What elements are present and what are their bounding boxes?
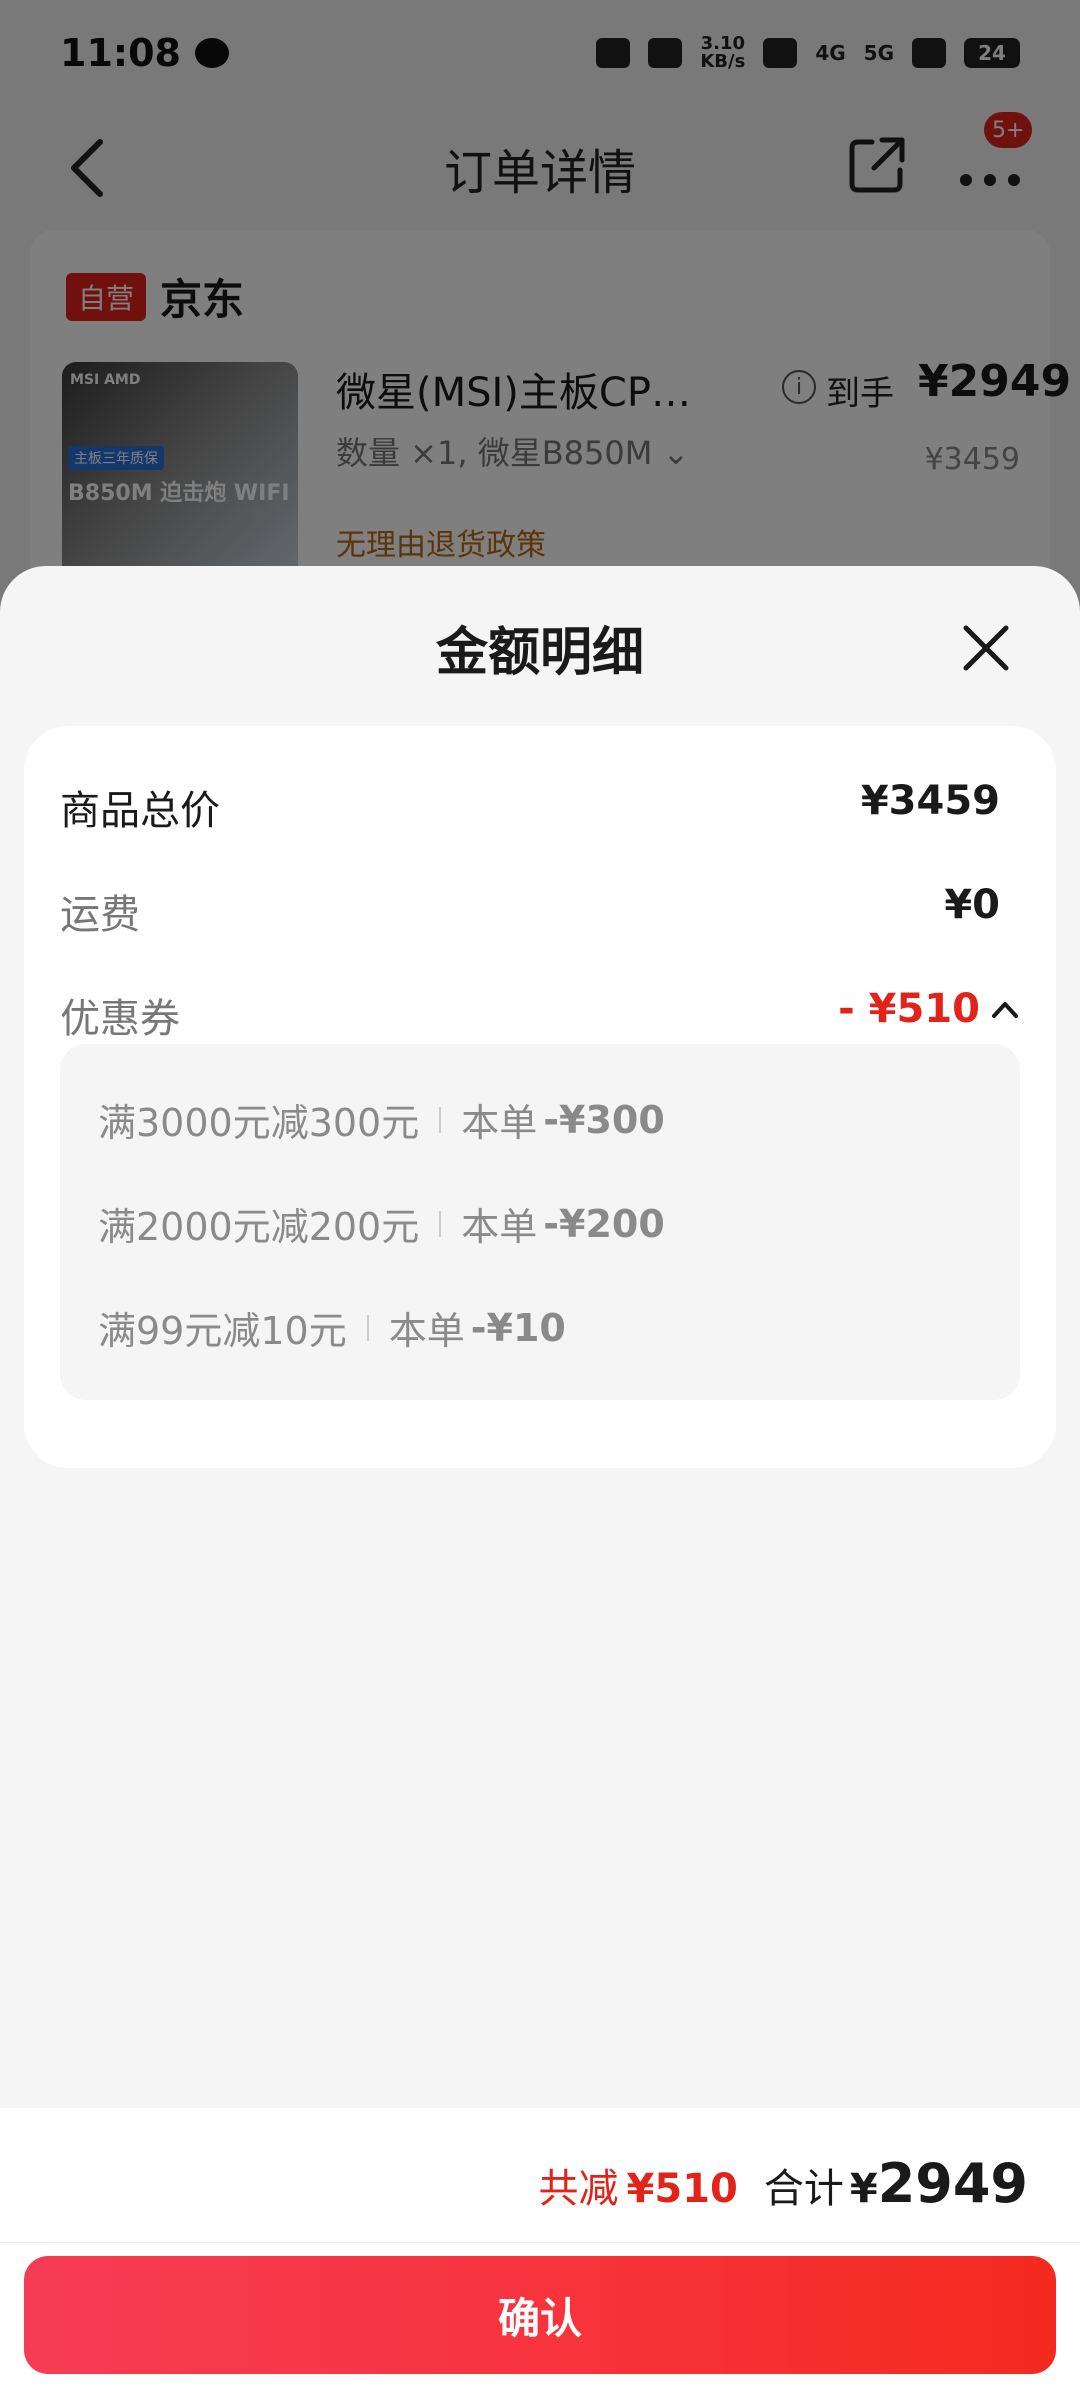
coupon-list: 满3000元减300元 本单 -¥300 满2000元减200元 本单 -¥20… (60, 1044, 1020, 1400)
price-summary: 共减 ¥510 合计 ¥ 2949 (539, 2152, 1028, 2215)
divider (366, 1314, 369, 1341)
divider (439, 1106, 442, 1133)
row-goods-total: 商品总价 ¥3459 (60, 778, 1020, 848)
confirm-button[interactable]: 确认 (24, 2256, 1056, 2374)
goods-total-label: 商品总价 (60, 788, 220, 834)
coupon-value: - ¥510 (838, 986, 980, 1032)
shipping-label: 运费 (60, 892, 140, 938)
total-label: 合计 (763, 2166, 844, 2212)
coupon-item: 满99元减10元 本单 -¥10 (98, 1300, 566, 1355)
coupon-amount: -¥300 (543, 1097, 665, 1142)
close-icon[interactable] (960, 622, 1012, 674)
chevron-up-icon[interactable] (990, 998, 1020, 1020)
sheet-title: 金额明细 (435, 623, 644, 683)
divider (439, 1210, 442, 1237)
total-amount: 2949 (877, 2152, 1028, 2215)
coupon-item: 满2000元减200元 本单 -¥200 (98, 1196, 665, 1251)
coupon-label: 优惠券 (60, 996, 180, 1042)
coupon-scope: 本单 (461, 1205, 538, 1249)
row-shipping: 运费 ¥0 (60, 882, 1020, 952)
goods-total-value: ¥3459 (860, 778, 1000, 824)
coupon-amount: -¥10 (470, 1305, 566, 1350)
coupon-item: 满3000元减300元 本单 -¥300 (98, 1092, 665, 1147)
coupon-amount: -¥200 (543, 1201, 665, 1246)
total-currency: ¥ (849, 2166, 878, 2212)
saved-label: 共减 (538, 2166, 619, 2212)
footer-divider (0, 2242, 1080, 2243)
coupon-scope: 本单 (388, 1309, 465, 1353)
saved-amount: ¥510 (626, 2166, 738, 2212)
coupon-rule: 满3000元减300元 (98, 1101, 420, 1145)
coupon-scope: 本单 (461, 1101, 538, 1145)
shipping-value: ¥0 (944, 882, 1000, 928)
coupon-rule: 满2000元减200元 (98, 1205, 420, 1249)
checkout-footer: 共减 ¥510 合计 ¥ 2949 确认 (0, 2108, 1080, 2400)
amount-detail-card: 商品总价 ¥3459 运费 ¥0 优惠券 - ¥510 满3000元减300元 … (24, 726, 1056, 1468)
coupon-rule: 满99元减10元 (98, 1309, 347, 1353)
